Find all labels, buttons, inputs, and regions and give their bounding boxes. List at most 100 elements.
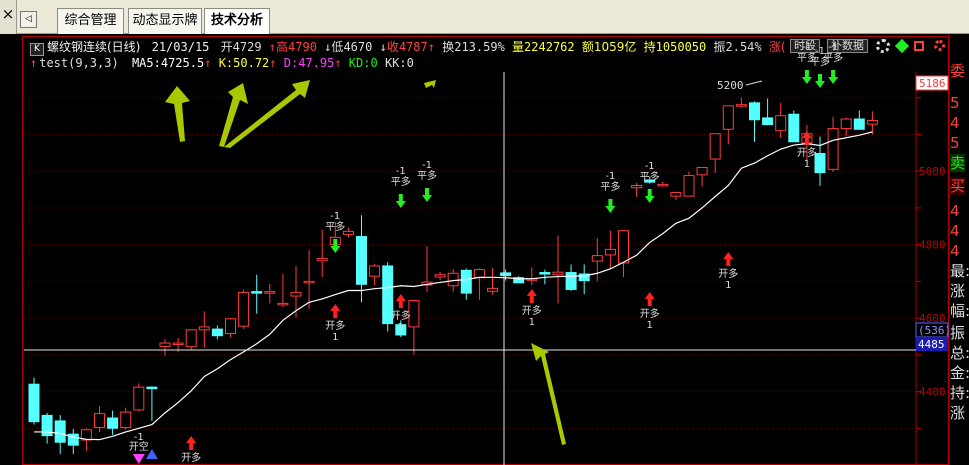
nav-left-button[interactable]: ◁ [20,11,37,28]
signal-label: 1 [529,317,535,328]
tab-dynamic-board[interactable]: 动态显示牌 [128,8,202,34]
annotation-arrow [422,80,436,90]
annotation-arrow [165,86,190,142]
signal-label: 平多 [391,175,411,188]
candle-body [591,255,603,262]
signal-label: -1 [330,211,340,222]
buy-arrow-icon [395,294,406,308]
signal-label: 1 [725,280,731,291]
cursor-price: 4485 [918,338,945,351]
candlestick-chart[interactable]: 5000480046004400 开多1-1平多开多1-1平多-1平多开多1开多… [0,34,969,465]
side-panel-label: 金: [950,364,969,382]
candle-body [159,342,171,347]
candle-body [120,411,132,429]
price-label: 4400 [919,386,946,399]
candle-body [696,166,708,176]
signal-label: 开多 [391,309,411,322]
high-mark-leader [745,80,763,86]
candle-body [264,291,276,294]
buy-arrow-icon [526,289,537,303]
signal-label: 1 [647,320,653,331]
sell-arrow-icon [644,189,655,203]
candle-body [487,287,498,292]
signal-label: 开多 [522,304,542,317]
buy-arrow-icon [644,292,655,306]
candle-body [303,280,315,284]
tab-comprehensive-management[interactable]: 综合管理 [57,8,124,34]
signal-label: 开多 [797,146,817,159]
side-panel-label: 5 [950,134,960,152]
candle-body [749,102,760,121]
signal-label: 平多 [417,169,437,182]
candle-body [840,118,852,130]
side-panel-label: 涨 [950,282,966,300]
buy-arrow-icon [723,252,734,266]
price-grid [24,97,916,429]
window-tab-bar: × ◁ 综合管理 动态显示牌 技术分析 [0,0,969,35]
side-panel-label: 幅: [950,302,969,320]
candle-body [853,118,865,130]
candle-body [369,265,381,277]
side-panel-label: 买 [950,177,966,195]
kline-chart-panel[interactable]: K 螺纹钢连续(日线) 21/03/15 开4729 ↑高4790 ↓低4670 … [0,34,969,465]
candle-body [775,115,787,132]
signal-label: 平多 [325,220,345,233]
candle-body [722,105,734,130]
side-panel-label: 4 [950,202,960,220]
side-panel-label: 委 [950,62,966,80]
side-panel-label: 涨 [950,404,966,422]
signal-label: 1 [332,332,338,343]
candle-body [788,113,800,143]
signal-label: 平多 [640,170,660,183]
candle-body [225,318,236,335]
candle-body [434,274,446,278]
candle-body [552,271,564,276]
candle-body [356,236,367,285]
candle-body [683,175,695,197]
candle-body [198,326,210,331]
open-short-icon [132,454,145,464]
cursor-bracket: (536) [918,324,951,337]
close-window-icon[interactable]: × [0,0,17,34]
candle-body [735,104,747,107]
candle-body [866,119,878,125]
candles-layer [28,97,878,454]
candle-body [539,272,551,275]
signal-label: -1 [422,160,432,171]
price-label: 5000 [919,165,946,178]
candle-body [133,386,145,411]
signal-label: 1 [804,159,810,170]
tab-technical-analysis[interactable]: 技术分析 [204,8,270,35]
sell-arrow-icon [395,194,406,208]
side-panel-label: 5 [950,94,960,112]
annotation-arrow [531,343,566,445]
signal-label: 平多 [823,51,843,64]
candle-body [316,258,328,262]
buy-arrow-icon [186,436,197,450]
candle-body [473,269,485,279]
signal-label: 开多 [325,319,345,332]
signal-label: 开多 [181,451,201,464]
candle-body [107,417,119,429]
candle-body [211,328,223,337]
sell-arrow-icon [605,199,616,213]
candle-body [146,386,158,390]
candle-body [565,272,577,290]
side-panel-label: 4 [950,242,960,260]
candle-body [172,342,184,346]
candle-body [657,183,669,187]
candle-body [604,248,616,256]
candle-body [54,420,66,443]
price-label: 4800 [919,239,946,252]
candle-body [762,117,774,126]
signal-label: 开空 [129,440,149,453]
sell-arrow-icon [815,74,825,88]
signal-label: -1 [396,166,406,177]
candle-body [238,291,250,327]
signal-label: -1 [802,42,812,53]
last-price: 5186 [919,77,946,90]
signal-label: 开多 [640,307,660,320]
signal-label: 平多 [600,180,620,193]
side-panel-label: 持: [950,384,969,402]
quote-side-panel: 委 5 4 5 卖买 4 4 4 最: 涨幅: 振总: 金: 持: 涨 [950,62,969,465]
